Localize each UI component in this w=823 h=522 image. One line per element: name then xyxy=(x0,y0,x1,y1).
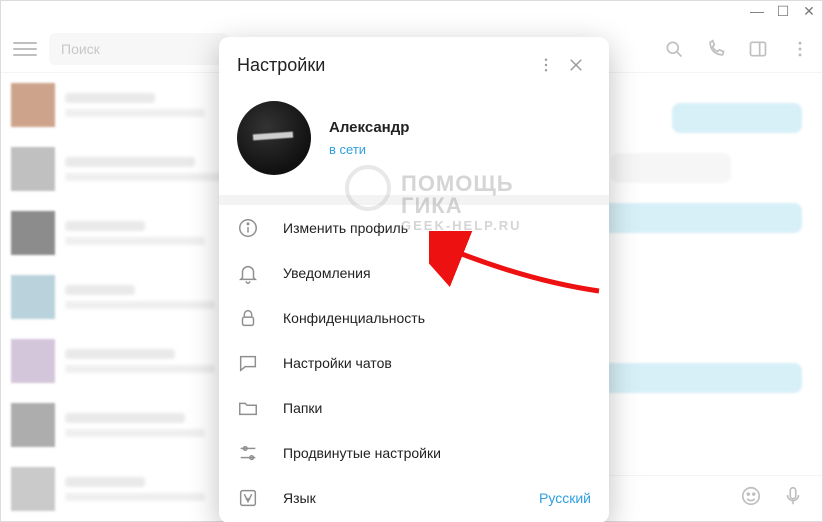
profile-block[interactable]: Александр в сети xyxy=(219,93,609,195)
profile-status: в сети xyxy=(329,142,409,157)
menu-privacy[interactable]: Конфиденциальность xyxy=(219,295,609,340)
menu-folders[interactable]: Папки xyxy=(219,385,609,430)
menu-label: Изменить профиль xyxy=(283,220,408,236)
language-icon xyxy=(237,487,259,509)
app-window: — ☐ ✕ Поиск Сыч xyxy=(0,0,823,522)
menu-label: Конфиденциальность xyxy=(283,310,425,326)
lock-icon xyxy=(237,307,259,329)
menu-label: Язык xyxy=(283,490,316,506)
menu-label: Уведомления xyxy=(283,265,371,281)
menu-label: Настройки чатов xyxy=(283,355,392,371)
menu-edit-profile[interactable]: Изменить профиль xyxy=(219,205,609,250)
folder-icon xyxy=(237,397,259,419)
menu-chat-settings[interactable]: Настройки чатов xyxy=(219,340,609,385)
window-minimize-button[interactable]: — xyxy=(750,3,764,20)
language-value: Русский xyxy=(539,490,591,506)
modal-close-button[interactable] xyxy=(561,50,591,80)
window-close-button[interactable]: ✕ xyxy=(802,3,816,20)
menu-label: Продвинутые настройки xyxy=(283,445,441,461)
sliders-icon xyxy=(237,442,259,464)
menu-label: Папки xyxy=(283,400,322,416)
info-icon xyxy=(237,217,259,239)
bell-icon xyxy=(237,262,259,284)
window-maximize-button[interactable]: ☐ xyxy=(776,3,790,20)
modal-more-button[interactable] xyxy=(531,50,561,80)
divider xyxy=(219,195,609,205)
menu-language[interactable]: Язык Русский xyxy=(219,475,609,520)
menu-advanced[interactable]: Продвинутые настройки xyxy=(219,430,609,475)
chat-icon xyxy=(237,352,259,374)
settings-modal: Настройки Александр в сети Изменить проф… xyxy=(219,37,609,522)
window-controls: — ☐ ✕ xyxy=(750,3,816,20)
profile-name: Александр xyxy=(329,119,409,136)
modal-title: Настройки xyxy=(237,55,325,76)
avatar[interactable] xyxy=(237,101,311,175)
modal-header: Настройки xyxy=(219,37,609,93)
settings-menu: Изменить профиль Уведомления Конфиденциа… xyxy=(219,205,609,522)
menu-notifications[interactable]: Уведомления xyxy=(219,250,609,295)
